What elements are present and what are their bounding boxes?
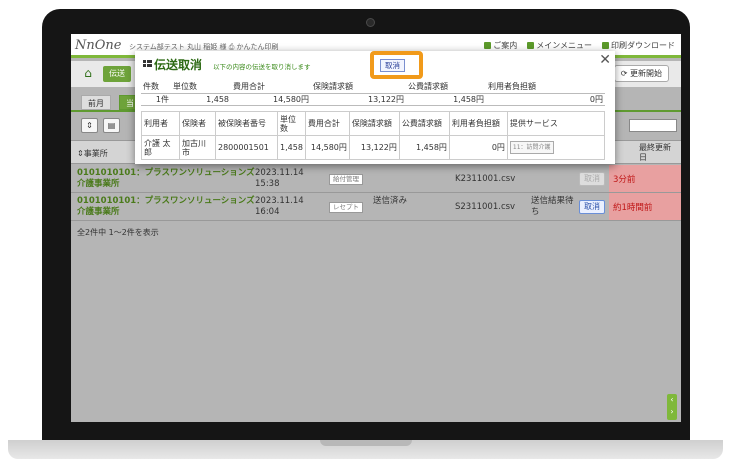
detail-value-row: 介護 太郎 加古川市 2800001501 1,458 14,580円 13,1… bbox=[141, 135, 606, 160]
nav-print-download[interactable]: 印刷ダウンロード bbox=[602, 40, 675, 51]
tab-prev-month[interactable]: 前月 bbox=[81, 95, 111, 110]
app-logo: NnOne bbox=[75, 38, 122, 53]
row-status-badge: レセプト bbox=[329, 202, 363, 213]
table-row[interactable]: 0101010101：プラスワンソリューションズ介護事業所 2023.11.14… bbox=[71, 165, 681, 193]
row-sent: 送信済み bbox=[373, 196, 408, 206]
dialog-description: 以下の内容の伝送を取り消します bbox=[213, 63, 311, 71]
detail-value: 13,122円 bbox=[348, 135, 400, 160]
detail-value: 0円 bbox=[448, 135, 508, 160]
summary-table: 件数 単位数 費用合計 保険請求額 公費請求額 利用者負担額 1件 1,458 … bbox=[141, 81, 605, 106]
nav-main-menu[interactable]: メインメニュー bbox=[527, 40, 592, 51]
summary-header: 単位数 bbox=[171, 81, 231, 94]
summary-value: 1件 bbox=[141, 93, 171, 106]
detail-header: 利用者 bbox=[141, 111, 180, 136]
row-file: S2311001.csv bbox=[455, 202, 516, 212]
detail-value: 介護 太郎 bbox=[141, 135, 180, 160]
detail-value: 1,458 bbox=[277, 135, 306, 160]
filter-input[interactable] bbox=[629, 119, 677, 132]
summary-header: 公費請求額 bbox=[406, 81, 486, 94]
row-cancel-button[interactable]: 取消 bbox=[579, 172, 605, 186]
detail-header: 単位数 bbox=[277, 111, 306, 136]
grid-icon bbox=[602, 42, 609, 49]
detail-value: 1,458円 bbox=[398, 135, 450, 160]
update-start-button[interactable]: ⟳ 更新開始 bbox=[613, 65, 669, 82]
nav-info[interactable]: ご案内 bbox=[484, 40, 517, 51]
highlight-box bbox=[370, 51, 423, 79]
pagination-summary: 全2件中 1〜2件を表示 bbox=[77, 228, 159, 237]
row-date: 2023.11.14 15:38 bbox=[255, 168, 304, 189]
easy-print-link[interactable]: かんたん印刷 bbox=[237, 43, 279, 51]
sort-icon[interactable]: ⇕ bbox=[81, 118, 98, 133]
detail-value: 2800001501 bbox=[215, 135, 278, 160]
detail-header: 費用合計 bbox=[304, 111, 350, 136]
scroll-handle[interactable]: ‹ › bbox=[667, 394, 677, 420]
cancel-transmission-dialog: 伝送取消 以下の内容の伝送を取り消します 取消 ✕ 件数 単位数 費用合計 保険… bbox=[135, 51, 615, 164]
home-icon[interactable]: ⌂ bbox=[79, 65, 97, 81]
camera-icon bbox=[366, 18, 375, 27]
column-office[interactable]: ⇕事業所 bbox=[77, 148, 108, 159]
row-cancel-button[interactable]: 取消 bbox=[579, 200, 605, 214]
detail-value: 加古川市 bbox=[179, 135, 216, 160]
system-name: システム部テスト 丸山 稲姫 様 bbox=[129, 43, 227, 51]
summary-value: 13,122円 bbox=[311, 93, 406, 106]
summary-header: 件数 bbox=[141, 81, 171, 94]
row-office: 0101010101：プラスワンソリューションズ介護事業所 bbox=[77, 196, 255, 217]
summary-value: 14,580円 bbox=[231, 93, 311, 106]
detail-header: 保険請求額 bbox=[348, 111, 400, 136]
column-last-update[interactable]: 最終更新日 bbox=[639, 143, 677, 163]
row-date: 2023.11.14 16:04 bbox=[255, 196, 304, 217]
row-elapsed: 3分前 bbox=[609, 165, 681, 192]
detail-header: 公費請求額 bbox=[398, 111, 450, 136]
detail-table: 利用者 保険者 被保険者番号 単位数 費用合計 保険請求額 公費請求額 利用者負… bbox=[141, 111, 606, 160]
detail-value: 14,580円 bbox=[304, 135, 350, 160]
summary-header-row: 件数 単位数 費用合計 保険請求額 公費請求額 利用者負担額 bbox=[141, 81, 605, 94]
row-file: K2311001.csv bbox=[455, 174, 516, 184]
summary-header: 保険請求額 bbox=[311, 81, 406, 94]
detail-header: 被保険者番号 bbox=[215, 111, 278, 136]
detail-header: 提供サービス bbox=[506, 111, 606, 136]
top-nav: ご案内 メインメニュー 印刷ダウンロード bbox=[484, 40, 675, 51]
detail-header-row: 利用者 保険者 被保険者番号 単位数 費用合計 保険請求額 公費請求額 利用者負… bbox=[141, 111, 606, 136]
grid-icon bbox=[527, 42, 535, 49]
summary-value: 0円 bbox=[486, 93, 605, 106]
summary-value: 1,458円 bbox=[406, 93, 486, 106]
laptop-notch bbox=[320, 440, 412, 446]
summary-value-row: 1件 1,458 14,580円 13,122円 1,458円 0円 bbox=[141, 93, 605, 106]
dialog-title: 伝送取消 bbox=[154, 58, 203, 72]
row-elapsed: 約1時間前 bbox=[609, 193, 681, 220]
app-screen: NnOne システム部テスト 丸山 稲姫 様 ⎙ かんたん印刷 ご案内 メインメ… bbox=[71, 34, 681, 422]
summary-header: 費用合計 bbox=[231, 81, 311, 94]
printer-icon: ⎙ bbox=[228, 43, 235, 51]
update-start-label: 更新開始 bbox=[630, 69, 662, 78]
detail-header: 利用者負担額 bbox=[448, 111, 508, 136]
column-office-label: 事業所 bbox=[83, 149, 108, 158]
list-icon bbox=[143, 60, 152, 69]
summary-header: 利用者負担額 bbox=[486, 81, 605, 94]
table-row[interactable]: 0101010101：プラスワンソリューションズ介護事業所 2023.11.14… bbox=[71, 193, 681, 221]
detail-header: 保険者 bbox=[179, 111, 216, 136]
close-icon[interactable]: ✕ bbox=[599, 52, 611, 68]
row-result: 送信結果待ち bbox=[531, 196, 574, 217]
row-office: 0101010101：プラスワンソリューションズ介護事業所 bbox=[77, 168, 255, 189]
grid-icon bbox=[484, 42, 492, 49]
summary-value: 1,458 bbox=[171, 93, 231, 106]
export-icon[interactable]: ▤ bbox=[103, 118, 120, 133]
detail-service-cell: 11：訪問介護 bbox=[506, 135, 606, 160]
row-status-badge: 給付管理 bbox=[329, 174, 363, 185]
transmit-tab[interactable]: 伝送 bbox=[103, 66, 131, 82]
service-badge: 11：訪問介護 bbox=[509, 141, 554, 154]
